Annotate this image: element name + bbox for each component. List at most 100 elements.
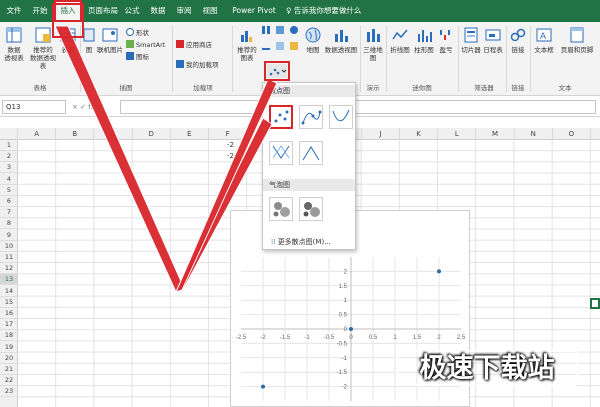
row-header-21[interactable]: 21 bbox=[0, 364, 18, 375]
row-header-11[interactable]: 11 bbox=[0, 252, 18, 263]
scatter-straight-lines-option[interactable] bbox=[299, 141, 323, 165]
winloss-icon bbox=[440, 30, 450, 40]
formula-buttons[interactable]: × ✓ fx bbox=[72, 100, 95, 114]
tab-formulas[interactable]: 公式 bbox=[122, 0, 142, 22]
column-header-k[interactable]: K bbox=[400, 128, 439, 140]
column-header-e[interactable]: E bbox=[171, 128, 209, 140]
column-header-a[interactable]: A bbox=[18, 128, 57, 140]
row-header-17[interactable]: 17 bbox=[0, 319, 18, 331]
column-header-o[interactable]: O bbox=[553, 128, 591, 140]
pivot-chart-button[interactable]: 数据透视图 bbox=[324, 26, 358, 54]
row-header-19[interactable]: 19 bbox=[0, 342, 18, 353]
selected-cell-q13[interactable] bbox=[590, 298, 600, 309]
store-button[interactable]: 应用商店 bbox=[176, 40, 212, 51]
row-header-2[interactable]: 2 bbox=[0, 151, 18, 163]
row-header-18[interactable]: 18 bbox=[0, 330, 18, 342]
column-header-d[interactable]: D bbox=[133, 128, 171, 140]
row-header-15[interactable]: 15 bbox=[0, 297, 18, 308]
column-header-f[interactable]: F bbox=[209, 128, 248, 140]
pie-chart-button[interactable] bbox=[290, 26, 300, 37]
scatter-chart-button[interactable] bbox=[267, 64, 287, 78]
recommended-pivot-button[interactable]: 推荐的 数据透视表 bbox=[28, 26, 58, 70]
row-header-5[interactable]: 5 bbox=[0, 185, 18, 196]
row-header-3[interactable]: 3 bbox=[0, 162, 18, 174]
row-header-7[interactable]: 7 bbox=[0, 207, 18, 219]
recommended-pivot-icon bbox=[35, 27, 51, 43]
sparklines-group-label: 迷你图 bbox=[412, 84, 432, 92]
sparkline-column-button[interactable]: 柱形图 bbox=[412, 26, 436, 54]
column-header-p[interactable]: P bbox=[591, 128, 600, 140]
maps-button[interactable]: 地图 bbox=[304, 26, 322, 54]
tab-insert[interactable]: 插入 bbox=[54, 0, 82, 22]
sparkline-column-icon bbox=[418, 30, 432, 42]
column-header-b[interactable]: B bbox=[56, 128, 95, 140]
shapes-button[interactable]: 形状 bbox=[126, 28, 149, 39]
combo-chart-button[interactable] bbox=[290, 42, 300, 53]
timeline-button[interactable]: 日程表 bbox=[482, 26, 504, 54]
row-header-13[interactable]: 13 bbox=[0, 274, 18, 286]
formula-input[interactable] bbox=[120, 100, 596, 114]
scatter-smooth-markers-option[interactable] bbox=[299, 105, 323, 129]
column-header-j[interactable]: J bbox=[362, 128, 400, 140]
my-addins-button[interactable]: 我的加载项 bbox=[176, 60, 219, 71]
row-header-14[interactable]: 14 bbox=[0, 286, 18, 297]
bubble-3d-option[interactable] bbox=[299, 197, 323, 221]
header-footer-button[interactable]: 页眉和页脚 bbox=[556, 26, 598, 54]
icons-button[interactable]: 图标 bbox=[126, 52, 149, 63]
link-button[interactable]: 链接 bbox=[508, 26, 528, 54]
select-all-corner[interactable] bbox=[0, 128, 18, 140]
row-header-20[interactable]: 20 bbox=[0, 353, 18, 364]
column-chart-button[interactable] bbox=[262, 26, 272, 37]
sparkline-line-button[interactable]: 折线图 bbox=[388, 26, 412, 54]
row-header-23[interactable]: 23 bbox=[0, 386, 18, 398]
tab-page-layout[interactable]: 页面布局 bbox=[86, 0, 120, 22]
hierarchy-chart-button[interactable] bbox=[276, 26, 286, 37]
slicer-button[interactable]: 切片器 bbox=[460, 26, 482, 54]
column-header-l[interactable]: L bbox=[438, 128, 477, 140]
row-header-8[interactable]: 8 bbox=[0, 218, 18, 230]
statistic-chart-button[interactable] bbox=[276, 42, 286, 53]
row-header-9[interactable]: 9 bbox=[0, 230, 18, 241]
scatter-straight-markers-option[interactable] bbox=[269, 141, 293, 165]
more-scatter-charts-link[interactable]: ⁞⁞ 更多散点图(M)... bbox=[271, 237, 331, 247]
tab-file[interactable]: 文件 bbox=[4, 0, 24, 22]
picture-button[interactable]: 图 bbox=[82, 26, 96, 54]
row-header-10[interactable]: 10 bbox=[0, 241, 18, 252]
y-tick-label: -0.5 bbox=[337, 341, 348, 347]
scatter-smooth-lines-option[interactable] bbox=[329, 105, 353, 129]
tab-review[interactable]: 审阅 bbox=[174, 0, 194, 22]
line-chart-button[interactable] bbox=[262, 42, 272, 53]
recommended-charts-button[interactable]: 推荐的 图表 bbox=[234, 26, 260, 62]
row-header-22[interactable]: 22 bbox=[0, 375, 18, 387]
tab-home[interactable]: 开始 bbox=[28, 0, 52, 22]
filters-group-label: 筛选器 bbox=[474, 84, 494, 92]
scatter-markers-only-option[interactable] bbox=[269, 105, 293, 129]
textbox-button[interactable]: A 文本框 bbox=[532, 26, 556, 54]
column-header-n[interactable]: N bbox=[515, 128, 553, 140]
sparkline-winloss-button[interactable]: 盈亏 bbox=[436, 26, 456, 54]
row-header-16[interactable]: 16 bbox=[0, 308, 18, 319]
tab-power-pivot[interactable]: Power Pivot bbox=[228, 0, 280, 22]
table-button[interactable]: 表格 bbox=[58, 26, 78, 54]
3d-map-button[interactable]: 三维地 图 bbox=[362, 26, 384, 62]
tell-me-box[interactable]: ♀ 告诉我你想要做什么 bbox=[286, 0, 378, 22]
row-header-4[interactable]: 4 bbox=[0, 174, 18, 185]
cell-f2[interactable]: -2 bbox=[204, 152, 234, 160]
tab-data[interactable]: 数据 bbox=[148, 0, 168, 22]
scatter-straight-lines-icon bbox=[302, 146, 320, 161]
smartart-button[interactable]: SmartArt bbox=[126, 40, 165, 51]
row-header-12[interactable]: 12 bbox=[0, 263, 18, 275]
sparkline-winloss-label: 盈亏 bbox=[439, 46, 453, 54]
bubble-option[interactable] bbox=[269, 197, 293, 221]
name-box[interactable]: Q13 bbox=[2, 100, 66, 114]
column-header-m[interactable]: M bbox=[476, 128, 515, 140]
tab-view[interactable]: 视图 bbox=[200, 0, 220, 22]
column-header-c[interactable]: C bbox=[94, 128, 133, 140]
row-header-1[interactable]: 1 bbox=[0, 140, 18, 151]
bubble-3d-icon bbox=[303, 202, 320, 217]
pivot-table-button[interactable]: 数据 透视表 bbox=[2, 26, 26, 62]
row-header-6[interactable]: 6 bbox=[0, 196, 18, 207]
x-tick-label: -2.5 bbox=[236, 335, 247, 341]
online-picture-button[interactable]: 联机图片 bbox=[96, 26, 124, 54]
cell-f1[interactable]: -2 bbox=[204, 141, 234, 149]
